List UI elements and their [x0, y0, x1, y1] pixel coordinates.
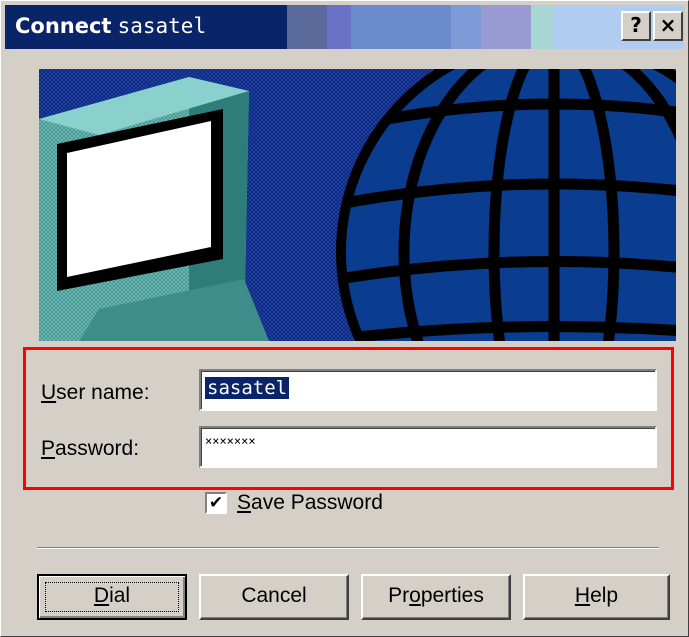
- username-label-text: ser name:: [56, 381, 150, 404]
- help-label: elp: [590, 584, 619, 607]
- help-button[interactable]: Help: [523, 574, 670, 620]
- properties-accel: o: [409, 584, 421, 607]
- password-label: Password:: [41, 437, 139, 461]
- username-value: sasatel: [205, 377, 290, 399]
- dial-button[interactable]: Dial: [37, 574, 187, 620]
- cancel-button[interactable]: Cancel: [199, 574, 349, 620]
- save-password-text: ave Password: [251, 491, 383, 514]
- save-password-checkbox[interactable]: ✔: [205, 492, 227, 514]
- window-title: Connect sasatel: [15, 13, 206, 39]
- properties-pre: Pr: [388, 584, 410, 607]
- password-input[interactable]: ×××××××: [199, 426, 657, 468]
- computer-globe-icon: [39, 69, 676, 341]
- title-prefix: Connect: [15, 14, 112, 38]
- save-password-label[interactable]: Save Password: [237, 491, 383, 515]
- title-bar[interactable]: Connect sasatel ? ×: [5, 5, 684, 49]
- title-connection-name: sasatel: [117, 14, 207, 38]
- dialup-banner-image: [39, 69, 676, 341]
- save-password-accel: S: [237, 491, 252, 514]
- username-label-accel: U: [41, 381, 57, 404]
- separator-line: [37, 547, 659, 549]
- help-title-button[interactable]: ?: [621, 11, 651, 41]
- password-label-text: assword:: [55, 437, 140, 460]
- dial-focus-rect: [45, 582, 179, 612]
- password-value: ×××××××: [205, 434, 256, 448]
- close-button[interactable]: ×: [653, 11, 683, 41]
- properties-button[interactable]: Properties: [361, 574, 511, 620]
- username-label: User name:: [41, 381, 150, 405]
- password-label-accel: P: [41, 437, 56, 460]
- help-accel: H: [574, 584, 591, 607]
- connect-dialog: Connect sasatel ? × User name: sasatel P…: [0, 0, 689, 637]
- username-input[interactable]: sasatel: [199, 369, 657, 411]
- properties-post: perties: [420, 584, 484, 607]
